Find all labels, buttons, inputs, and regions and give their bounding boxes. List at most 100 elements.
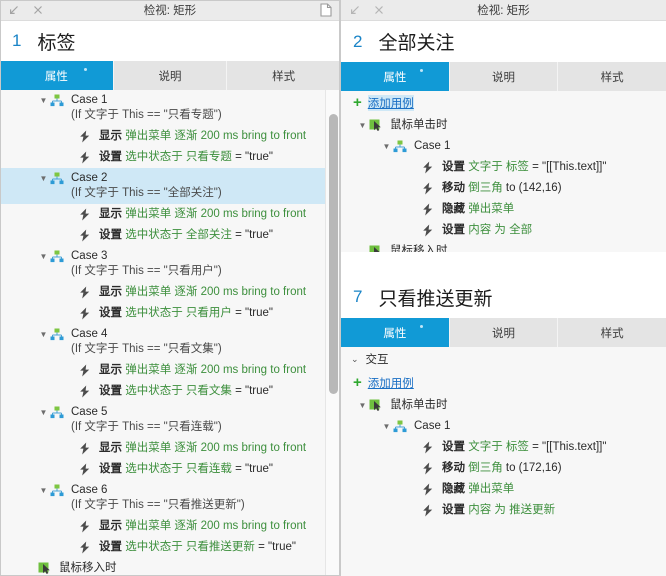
twisty-toggle[interactable]: ▼ bbox=[381, 139, 392, 154]
chevron-down-icon[interactable]: ⌄ bbox=[351, 354, 359, 365]
tree-row[interactable]: ▼ Case 4 (If 文字于 This == "只看文集") bbox=[0, 324, 340, 360]
case-title: Case 6 bbox=[71, 484, 108, 496]
action-bolt-icon bbox=[420, 202, 436, 217]
twisty-toggle[interactable]: ▼ bbox=[357, 118, 368, 133]
tree-row[interactable]: 设置 文字于 标签 = "[[This.text]]" bbox=[341, 437, 666, 458]
tree-row[interactable]: 设置 选中状态于 全部关注 = "true" bbox=[0, 225, 340, 246]
right-top-titlebar: 检视: 矩形 bbox=[341, 0, 666, 21]
page-icon[interactable] bbox=[320, 3, 332, 17]
tree-row[interactable]: ▼ Case 3 (If 文字于 This == "只看用户") bbox=[0, 246, 340, 282]
case-condition: (If 文字于 This == "只看专题") bbox=[71, 109, 222, 121]
action-verb: 显示 bbox=[99, 286, 122, 298]
action-target: 弹出菜单 逐渐 200 ms bring to front bbox=[125, 520, 307, 532]
action-target: 弹出菜单 bbox=[468, 203, 515, 215]
tree-row[interactable]: 鼠标移入时 bbox=[341, 241, 666, 252]
tab-0[interactable]: 属性 bbox=[341, 62, 450, 91]
action-text: 设置 选中状态于 全部关注 = "true" bbox=[93, 228, 273, 243]
tree-row[interactable]: 设置 选中状态于 只看连载 = "true" bbox=[0, 459, 340, 480]
twisty-toggle[interactable]: ▼ bbox=[38, 327, 49, 342]
tab-2[interactable]: 样式 bbox=[227, 61, 340, 90]
section-header-interactions[interactable]: ⌄ 交互 bbox=[341, 347, 666, 371]
action-target: 选中状态于 只看连载 bbox=[125, 463, 232, 475]
action-bolt-icon bbox=[77, 129, 93, 144]
tree-row[interactable]: ▼ Case 1 bbox=[341, 136, 666, 157]
twisty-toggle[interactable]: ▼ bbox=[38, 93, 49, 108]
tree-row[interactable]: 显示 弹出菜单 逐渐 200 ms bring to front bbox=[0, 516, 340, 537]
tab-1[interactable]: 说明 bbox=[450, 318, 559, 347]
add-case-label: 添加用例 bbox=[367, 378, 414, 390]
add-case-button[interactable]: + 添加用例 bbox=[341, 91, 666, 115]
event-title: 鼠标单击时 bbox=[390, 119, 448, 131]
twisty-toggle[interactable]: ▼ bbox=[38, 171, 49, 186]
tree-row[interactable]: 设置 内容 为 推送更新 bbox=[341, 500, 666, 521]
tree-row[interactable]: ▼ Case 2 (If 文字于 This == "全部关注") bbox=[0, 168, 340, 204]
tree-row[interactable]: 隐藏 弹出菜单 bbox=[341, 199, 666, 220]
tree-row[interactable]: ▼ 鼠标单击时 bbox=[341, 115, 666, 136]
case-text: Case 3 (If 文字于 This == "只看用户") bbox=[65, 249, 222, 279]
mouse-event-icon bbox=[368, 118, 384, 133]
close-icon[interactable] bbox=[374, 5, 384, 15]
action-bolt-icon bbox=[77, 462, 93, 477]
twisty-toggle[interactable]: ▼ bbox=[381, 419, 392, 434]
tree-row[interactable]: ▼ Case 1 bbox=[341, 416, 666, 437]
action-target: 选中状态于 全部关注 bbox=[125, 229, 232, 241]
tree-row[interactable]: 显示 弹出菜单 逐渐 200 ms bring to front bbox=[0, 438, 340, 459]
action-tail: = "true" bbox=[231, 307, 273, 319]
action-verb: 隐藏 bbox=[442, 203, 465, 215]
case-text: Case 6 (If 文字于 This == "只看推送更新") bbox=[65, 483, 245, 513]
tab-modified-dot bbox=[83, 68, 87, 71]
action-bolt-icon bbox=[77, 228, 93, 243]
right-bottom-inspector-panel: 7 只看推送更新 属性 说明 样式 ⌄ 交互 + 添加用例 ▼ 鼠标单击时▼ bbox=[341, 276, 666, 576]
tab-0[interactable]: 属性 bbox=[341, 318, 450, 347]
tree-row[interactable]: 移动 倒三角 to (142,16) bbox=[341, 178, 666, 199]
add-case-button[interactable]: + 添加用例 bbox=[341, 371, 666, 395]
case-condition: (If 文字于 This == "只看推送更新") bbox=[71, 499, 245, 511]
action-text: 显示 弹出菜单 逐渐 200 ms bring to front bbox=[93, 207, 306, 222]
tree-row[interactable]: 设置 选中状态于 只看推送更新 = "true" bbox=[0, 537, 340, 558]
tree-row[interactable]: 移动 倒三角 to (172,16) bbox=[341, 458, 666, 479]
tree-row[interactable]: 鼠标移入时 bbox=[0, 558, 340, 576]
left-vertical-scrollbar[interactable] bbox=[325, 90, 340, 576]
tree-row[interactable]: ▼ Case 1 (If 文字于 This == "只看专题") bbox=[0, 90, 340, 126]
tree-row[interactable]: ▼ Case 5 (If 文字于 This == "只看连载") bbox=[0, 402, 340, 438]
action-bolt-icon bbox=[77, 363, 93, 378]
tab-1[interactable]: 说明 bbox=[450, 62, 559, 91]
left-titlebar: 检视: 矩形 bbox=[0, 0, 340, 21]
tree-row[interactable]: 设置 文字于 标签 = "[[This.text]]" bbox=[341, 157, 666, 178]
tree-row[interactable]: 显示 弹出菜单 逐渐 200 ms bring to front bbox=[0, 282, 340, 303]
action-text: 显示 弹出菜单 逐渐 200 ms bring to front bbox=[93, 363, 306, 378]
tree-row[interactable]: 设置 选中状态于 只看用户 = "true" bbox=[0, 303, 340, 324]
twisty-toggle[interactable]: ▼ bbox=[38, 483, 49, 498]
action-text: 设置 选中状态于 只看专题 = "true" bbox=[93, 150, 273, 165]
action-bolt-icon bbox=[420, 181, 436, 196]
right-top-interaction-tree: + 添加用例 ▼ 鼠标单击时 ▼ Case 1 设置 文字于 标签 = "[[Th… bbox=[341, 91, 666, 252]
collapse-arrow-icon[interactable] bbox=[350, 5, 360, 15]
case-title: Case 1 bbox=[414, 140, 451, 152]
tree-row[interactable]: 隐藏 弹出菜单 bbox=[341, 479, 666, 500]
tab-2[interactable]: 样式 bbox=[558, 62, 666, 91]
twisty-toggle[interactable]: ▼ bbox=[357, 398, 368, 413]
tab-modified-dot bbox=[419, 325, 423, 328]
tab-0[interactable]: 属性 bbox=[0, 61, 114, 90]
tree-row[interactable]: 设置 选中状态于 只看文集 = "true" bbox=[0, 381, 340, 402]
action-verb: 设置 bbox=[442, 224, 465, 236]
tree-row[interactable]: 设置 内容 为 全部 bbox=[341, 220, 666, 241]
collapse-arrow-icon[interactable] bbox=[9, 5, 19, 15]
right-top-object-header: 2 全部关注 bbox=[341, 21, 666, 62]
tree-row[interactable]: 显示 弹出菜单 逐渐 200 ms bring to front bbox=[0, 204, 340, 225]
case-node-icon bbox=[49, 327, 65, 342]
event-title: 鼠标移入时 bbox=[390, 245, 448, 252]
tree-row[interactable]: 设置 选中状态于 只看专题 = "true" bbox=[0, 147, 340, 168]
tree-row[interactable]: 显示 弹出菜单 逐渐 200 ms bring to front bbox=[0, 360, 340, 381]
tab-2[interactable]: 样式 bbox=[558, 318, 666, 347]
left-scrollbar-thumb[interactable] bbox=[329, 114, 338, 394]
close-icon[interactable] bbox=[33, 5, 43, 15]
tree-row[interactable]: ▼ 鼠标单击时 bbox=[341, 395, 666, 416]
twisty-toggle[interactable]: ▼ bbox=[38, 249, 49, 264]
twisty-toggle[interactable]: ▼ bbox=[38, 405, 49, 420]
tree-row[interactable]: 显示 弹出菜单 逐渐 200 ms bring to front bbox=[0, 126, 340, 147]
tab-1[interactable]: 说明 bbox=[114, 61, 228, 90]
tab-label: 样式 bbox=[272, 70, 296, 83]
right-top-tab-bar: 属性 说明 样式 bbox=[341, 62, 666, 91]
tree-row[interactable]: ▼ Case 6 (If 文字于 This == "只看推送更新") bbox=[0, 480, 340, 516]
